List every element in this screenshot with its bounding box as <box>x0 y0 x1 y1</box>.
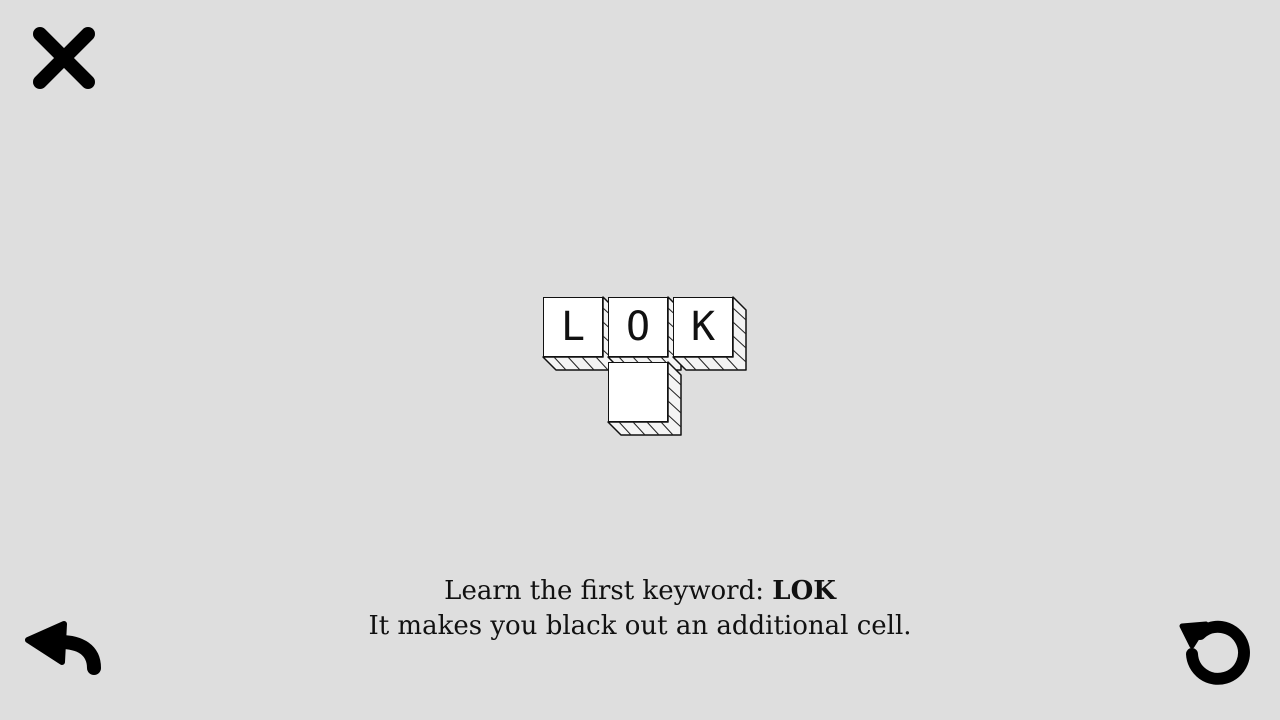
cell-letter <box>608 362 668 422</box>
cell-letter: L <box>560 304 586 350</box>
undo-icon <box>25 621 101 675</box>
keyword-text: LOK <box>772 576 836 606</box>
undo-button[interactable] <box>24 620 106 676</box>
cell-letter: K <box>690 304 716 350</box>
restart-icon <box>1179 620 1250 685</box>
caption-line-1: Learn the first keyword: LOK <box>0 574 1280 609</box>
restart-button[interactable] <box>1178 612 1256 686</box>
caption-line-2: It makes you black out an additional cel… <box>368 611 912 641</box>
tutorial-caption: Learn the first keyword: LOK It makes yo… <box>0 574 1280 644</box>
board-cell[interactable]: K <box>670 294 747 371</box>
puzzle-board: LOK <box>540 294 752 440</box>
cell-letter: O <box>625 304 651 350</box>
close-icon <box>33 27 95 89</box>
board-cell[interactable] <box>605 359 682 436</box>
board-cell[interactable]: L <box>540 294 617 371</box>
board-cell[interactable]: O <box>605 294 682 371</box>
close-button[interactable] <box>30 24 98 92</box>
caption-prefix: Learn the first keyword: <box>444 576 773 606</box>
